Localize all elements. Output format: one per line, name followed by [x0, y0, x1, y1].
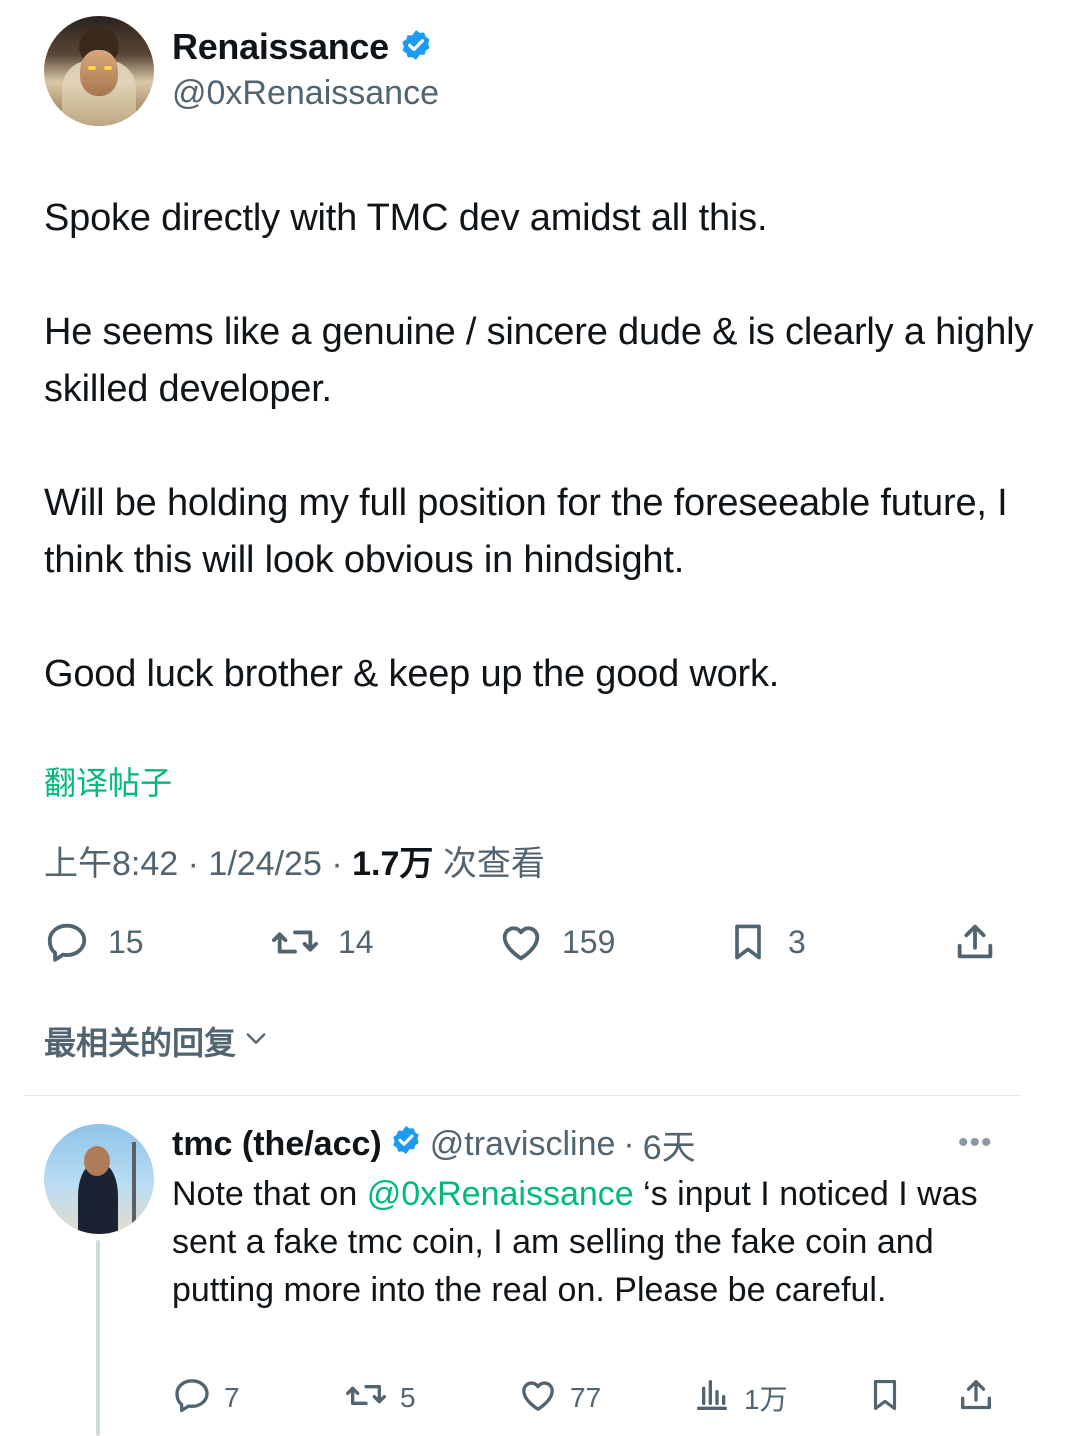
tweet-meta: 上午8:42 · 1/24/25 · 1.7万 次查看 [44, 836, 545, 885]
reply-author-handle[interactable]: @traviscline [430, 1125, 616, 1164]
reply-age[interactable]: 6天 [643, 1120, 696, 1169]
reply-like-button[interactable]: 77 [518, 1376, 601, 1420]
reply-button[interactable]: 15 [44, 918, 144, 966]
repost-icon [270, 919, 320, 965]
meta-separator: · [331, 845, 343, 883]
divider [24, 1095, 1020, 1096]
reply-avatar[interactable] [44, 1124, 154, 1234]
author-name-row[interactable]: Renaissance [172, 26, 433, 71]
meta-separator: · [187, 845, 199, 883]
sort-label: 最相关的回复 [44, 1025, 237, 1061]
author-avatar[interactable] [44, 16, 154, 126]
reply-author-name[interactable]: tmc (the/acc) [172, 1125, 382, 1164]
reply-repost-count: 5 [400, 1382, 416, 1413]
views-count: 1.7万 [352, 845, 434, 883]
reply-text-before: Note that on [172, 1175, 367, 1213]
reply-text: Note that on @0xRenaissance ‘s input I n… [172, 1170, 1012, 1314]
reply-bookmark-button[interactable] [866, 1376, 904, 1420]
share-icon [956, 1375, 996, 1422]
like-count: 159 [562, 923, 616, 960]
reply-reply-count: 7 [224, 1382, 240, 1413]
like-button[interactable]: 159 [498, 918, 615, 966]
reply-separator: · [623, 1125, 635, 1163]
verified-badge-icon [399, 28, 433, 71]
tweet-date[interactable]: 1/24/25 [208, 845, 321, 883]
tweet-paragraph: Will be holding my full position for the… [44, 482, 1008, 581]
heart-icon [498, 919, 544, 965]
bookmark-icon [726, 919, 770, 965]
reply-icon [172, 1375, 212, 1422]
repost-count: 14 [338, 923, 374, 960]
reply-share-button[interactable] [956, 1376, 996, 1420]
thread-line [96, 1240, 100, 1436]
reply-count: 15 [108, 923, 144, 960]
chevron-down-icon [242, 1023, 270, 1060]
bookmark-count: 3 [788, 923, 806, 960]
repost-button[interactable]: 14 [270, 918, 374, 966]
author-name[interactable]: Renaissance [172, 26, 389, 67]
reply-like-count: 77 [570, 1382, 602, 1413]
tweet-paragraph: Spoke directly with TMC dev amidst all t… [44, 197, 768, 239]
author-handle[interactable]: @0xRenaissance [172, 74, 439, 113]
translate-post-link[interactable]: 翻译帖子 [44, 758, 172, 804]
analytics-icon [692, 1375, 732, 1422]
tweet-paragraph: He seems like a genuine / sincere dude &… [44, 311, 1034, 410]
bookmark-button[interactable]: 3 [726, 918, 806, 966]
share-button[interactable] [952, 918, 998, 966]
more-options-icon[interactable]: ••• [958, 1126, 993, 1160]
verified-badge-icon [390, 1124, 422, 1165]
tweet-time[interactable]: 上午8:42 [44, 845, 178, 883]
reply-views-count: 1万 [744, 1384, 788, 1415]
heart-icon [518, 1375, 558, 1422]
reply-repost-button[interactable]: 5 [344, 1376, 416, 1420]
repost-icon [344, 1375, 388, 1422]
reply-reply-button[interactable]: 7 [172, 1376, 240, 1420]
reply-sort-dropdown[interactable]: 最相关的回复 [44, 1018, 270, 1064]
bookmark-icon [866, 1375, 904, 1422]
share-icon [952, 919, 998, 965]
tweet-text: Spoke directly with TMC dev amidst all t… [44, 190, 1034, 760]
tweet-paragraph: Good luck brother & keep up the good wor… [44, 653, 780, 695]
views-label: 次查看 [442, 845, 545, 883]
reply-header: tmc (the/acc) @traviscline · 6天 [172, 1120, 696, 1169]
mention-link[interactable]: @0xRenaissance [367, 1175, 634, 1213]
reply-views-button[interactable]: 1万 [692, 1376, 788, 1420]
reply-icon [44, 919, 90, 965]
